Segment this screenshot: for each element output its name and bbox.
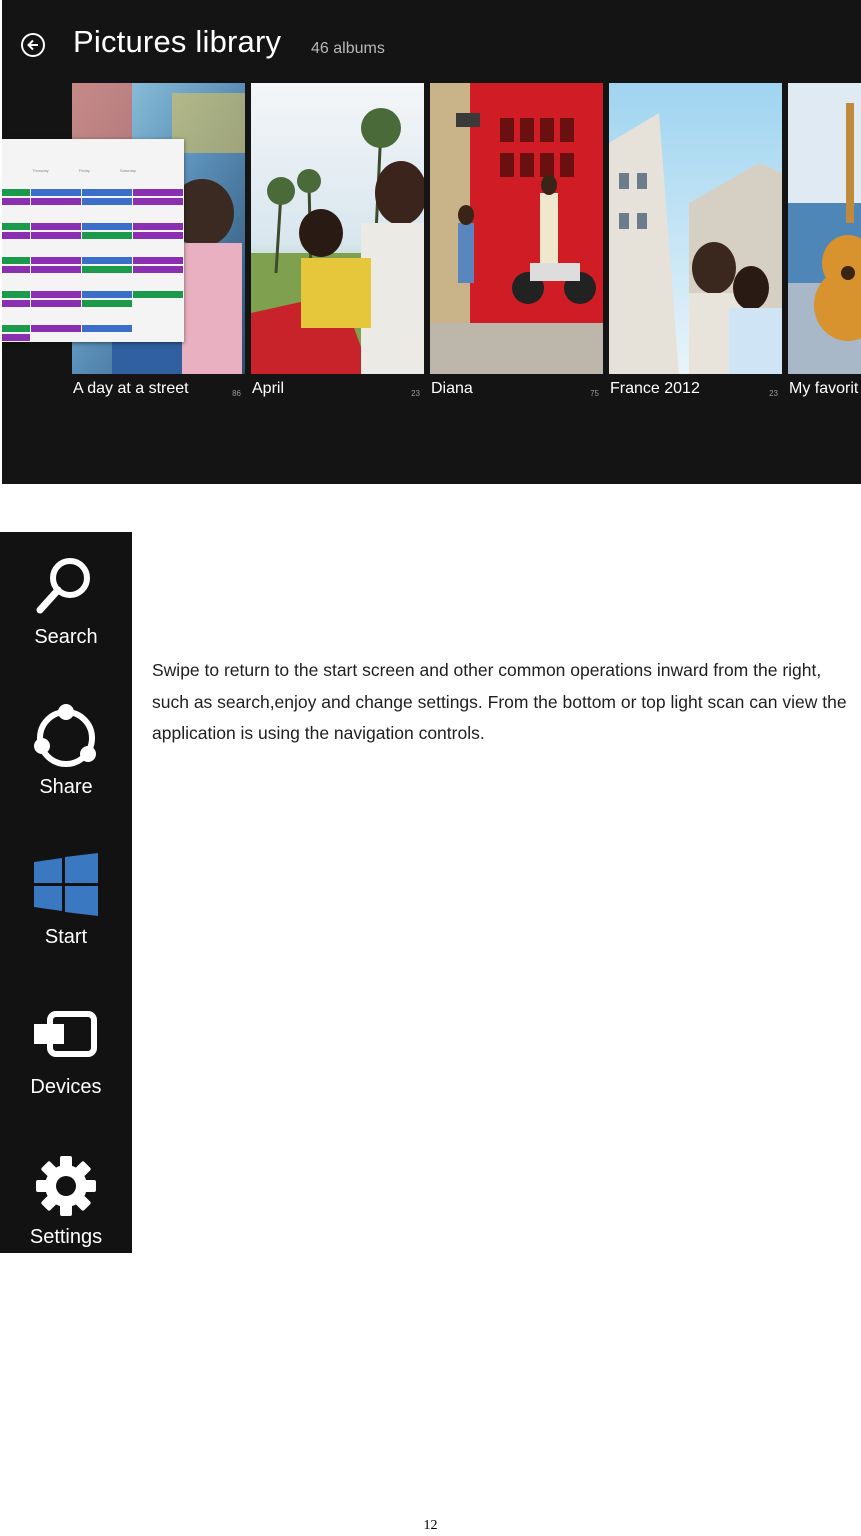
calendar-day: Thursday xyxy=(32,168,49,173)
album-tile[interactable]: France 2012 23 xyxy=(609,83,782,398)
calendar-event-row xyxy=(2,300,132,307)
calendar-app-preview: Thursday Friday Saturday xyxy=(2,139,184,342)
album-count: 46 albums xyxy=(311,40,385,57)
album-name: April xyxy=(252,380,285,397)
album-name: My favorit xyxy=(789,380,859,397)
album-photo-count: 23 xyxy=(769,389,778,398)
charm-label: Search xyxy=(34,626,98,648)
charm-label: Devices xyxy=(30,1076,102,1098)
windows-start-icon xyxy=(34,853,98,916)
charm-label: Share xyxy=(39,776,93,798)
calendar-event-row xyxy=(2,325,132,332)
charm-search-button[interactable]: Search xyxy=(0,540,132,680)
calendar-event-row xyxy=(2,189,183,196)
album-photo-count: 23 xyxy=(411,389,420,398)
calendar-event-row xyxy=(2,266,183,273)
album-photo-count: 75 xyxy=(590,389,599,398)
devices-icon xyxy=(34,1011,97,1057)
album-photo xyxy=(788,83,861,374)
album-tile[interactable]: My favorit xyxy=(788,83,861,397)
album-photo-count: 86 xyxy=(232,389,241,398)
page-number: 12 xyxy=(423,1518,438,1533)
charm-settings-button[interactable]: Settings xyxy=(0,1140,132,1280)
album-name: France 2012 xyxy=(610,380,700,397)
gear-icon xyxy=(36,1156,96,1216)
album-tile[interactable]: Diana 75 xyxy=(430,83,603,398)
charm-devices-button[interactable]: Devices xyxy=(0,990,132,1130)
calendar-event-row xyxy=(2,257,183,264)
charm-start-button[interactable]: Start xyxy=(0,840,132,980)
charm-share-button[interactable]: Share xyxy=(0,690,132,830)
page-title: Pictures library xyxy=(73,24,282,59)
share-icon xyxy=(34,704,96,767)
calendar-event-row xyxy=(2,223,183,230)
album-tile[interactable]: April 23 xyxy=(251,83,424,398)
pictures-library-screenshot: Pictures library 46 albums A day at a st… xyxy=(2,0,861,484)
calendar-event-row xyxy=(2,198,183,205)
search-icon xyxy=(36,558,90,614)
album-photo xyxy=(609,83,782,374)
album-name: A day at a street xyxy=(73,380,189,397)
album-photo xyxy=(430,83,603,374)
calendar-day-headers: Thursday Friday Saturday xyxy=(2,139,184,173)
album-name: Diana xyxy=(431,380,473,397)
back-arrow-icon[interactable] xyxy=(21,33,45,57)
charms-bar: Search Share Start Devices Settings xyxy=(0,532,132,1253)
calendar-day: Friday xyxy=(78,168,90,173)
description-paragraph: Swipe to return to the start screen and … xyxy=(152,660,847,743)
charm-label: Start xyxy=(44,926,88,948)
calendar-event-row xyxy=(2,232,183,239)
charm-label: Settings xyxy=(29,1226,103,1248)
calendar-event-row xyxy=(2,291,183,298)
calendar-event-row xyxy=(2,334,30,341)
calendar-day: Saturday xyxy=(119,168,136,173)
album-photo xyxy=(251,83,424,374)
